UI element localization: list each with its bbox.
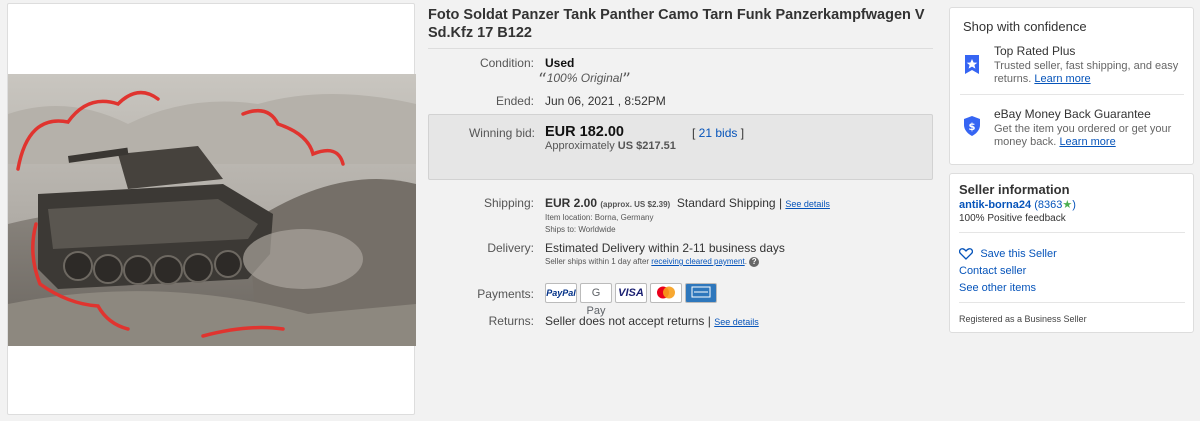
divider — [959, 302, 1185, 303]
heart-icon — [958, 247, 974, 260]
shipping-label: Shipping: — [483, 196, 534, 210]
amex-icon — [685, 283, 717, 303]
top-rated-text: Trusted seller, fast shipping, and easy … — [994, 60, 1179, 85]
returns-value: Seller does not accept returns | See det… — [545, 314, 759, 328]
star-icon: ★ — [1062, 199, 1073, 211]
shipping-see-details-link[interactable]: See details — [785, 199, 830, 209]
condition-label: Condition: — [479, 56, 534, 70]
condition-value: Used — [545, 56, 575, 70]
cleared-payment-link[interactable]: receiving cleared payment — [651, 257, 744, 266]
item-location: Item location: Borna, Germany — [545, 213, 654, 222]
item-title: Foto Soldat Panzer Tank Panther Camo Tar… — [428, 7, 925, 41]
visa-icon: VISA — [615, 283, 647, 303]
shop-with-confidence-card: Shop with confidence Top Rated Plus Trus… — [949, 7, 1194, 165]
confidence-title: Shop with confidence — [963, 19, 1087, 34]
returns-see-details-link[interactable]: See details — [714, 317, 759, 327]
delivery-label: Delivery: — [487, 241, 534, 255]
ended-label: Ended: — [495, 94, 534, 108]
positive-feedback: 100% Positive feedback — [959, 213, 1066, 224]
divider — [960, 94, 1184, 95]
ended-value: Jun 06, 2021 , 8:52PM — [545, 94, 666, 108]
tank-photo-image — [8, 74, 416, 346]
shipping-value: EUR 2.00 (approx. US $2.39) Standard Shi… — [545, 196, 830, 210]
delivery-note: Seller ships within 1 day after receivin… — [545, 257, 760, 267]
top-rated-badge-icon — [963, 54, 981, 79]
seller-information-card: Seller information antik-borna24 (8363★)… — [949, 173, 1194, 333]
divider — [959, 232, 1185, 233]
bids-link[interactable]: [ 21 bids ] — [692, 126, 744, 140]
guarantee-text: Get the item you ordered or get your mon… — [994, 123, 1172, 148]
top-rated-learn-more-link[interactable]: Learn more — [1034, 73, 1090, 85]
help-icon[interactable]: ? — [749, 257, 760, 267]
save-seller-link[interactable]: Save this Seller — [958, 246, 1057, 260]
business-seller-note: Registered as a Business Seller — [959, 314, 1087, 324]
winning-bid-label: Winning bid: — [468, 126, 535, 140]
contact-seller-link[interactable]: Contact seller — [959, 265, 1026, 277]
ships-to: Ships to: Worldwide — [545, 225, 616, 234]
mastercard-icon — [650, 283, 682, 303]
svg-text:$: $ — [969, 122, 976, 133]
see-other-items-link[interactable]: See other items — [959, 282, 1036, 294]
guarantee-learn-more-link[interactable]: Learn more — [1059, 136, 1115, 148]
item-photo[interactable] — [8, 74, 416, 346]
image-panel — [7, 3, 416, 415]
listing-details: Foto Soldat Panzer Tank Panther Camo Tar… — [428, 6, 933, 328]
condition-note: “100% Original” — [538, 70, 631, 90]
delivery-value: Estimated Delivery within 2-11 business … — [545, 241, 785, 255]
guarantee-title: eBay Money Back Guarantee — [994, 107, 1151, 121]
seller-score[interactable]: (8363 — [1034, 199, 1062, 211]
returns-label: Returns: — [488, 314, 534, 328]
winning-bid-box: Winning bid: EUR 182.00 Approximately US… — [428, 114, 933, 180]
paypal-icon: PayPal — [545, 283, 577, 303]
payments-label: Payments: — [477, 287, 534, 301]
approx-value: Approximately US $217.51 — [545, 140, 676, 152]
money-back-shield-icon: $ — [963, 115, 981, 140]
divider — [428, 48, 933, 49]
seller-name-link[interactable]: antik-borna24 — [959, 199, 1031, 211]
payment-icons: PayPal G PayVISA — [545, 283, 720, 317]
winning-bid-value: EUR 182.00 — [545, 124, 624, 140]
seller-info-title: Seller information — [959, 182, 1070, 197]
seller-name-row: antik-borna24 (8363★) — [959, 199, 1076, 211]
top-rated-title: Top Rated Plus — [994, 44, 1076, 58]
google-pay-icon: G Pay — [580, 283, 612, 317]
